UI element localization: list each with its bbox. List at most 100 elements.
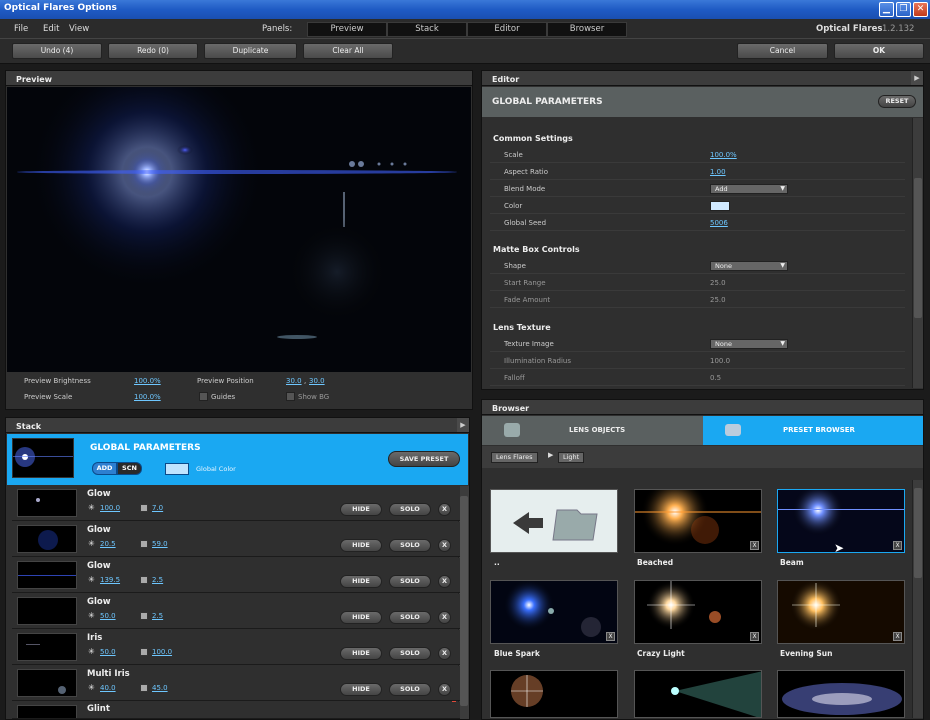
global-color-swatch[interactable] <box>165 463 189 475</box>
layer-row[interactable]: Multi Iris ✳ 40.0 45.0 HIDE SOLO X <box>12 666 460 701</box>
solo-button[interactable]: SOLO <box>389 611 431 624</box>
preview-position-x[interactable]: 30.0 <box>286 377 302 385</box>
editor-scroll-thumb[interactable] <box>914 178 922 318</box>
menu-edit[interactable]: Edit <box>43 24 59 34</box>
remove-layer-button[interactable]: X <box>438 503 451 516</box>
preview-viewport[interactable] <box>7 87 471 372</box>
clear-all-button[interactable]: Clear All <box>303 43 393 59</box>
layer-value-2[interactable]: 100.0 <box>152 648 172 656</box>
preview-scale-value[interactable]: 100.0% <box>134 393 161 401</box>
layer-value-2[interactable]: 45.0 <box>152 684 168 692</box>
layer-value-1[interactable]: 50.0 <box>100 648 116 656</box>
param-value[interactable]: 0.5 <box>710 374 721 382</box>
remove-preset-button[interactable]: X <box>893 632 902 641</box>
layer-row[interactable]: Glow ✳ 100.0 7.0 HIDE SOLO X <box>12 486 460 521</box>
duplicate-button[interactable]: Duplicate <box>204 43 297 59</box>
solo-button[interactable]: SOLO <box>389 575 431 588</box>
layer-value-1[interactable]: 100.0 <box>100 504 120 512</box>
layer-value-2[interactable]: 59.0 <box>152 540 168 548</box>
breadcrumb-light[interactable]: Light <box>558 452 585 463</box>
layer-value-1[interactable]: 20.5 <box>100 540 116 548</box>
layer-row[interactable]: Iris ✳ 50.0 100.0 HIDE SOLO X <box>12 630 460 665</box>
stack-expand-icon[interactable]: ▶ <box>457 418 469 432</box>
browser-scrollbar[interactable] <box>912 480 923 718</box>
ok-button[interactable]: OK <box>834 43 924 59</box>
layer-value-2[interactable]: 2.5 <box>152 576 163 584</box>
param-value[interactable]: 5006 <box>710 219 728 227</box>
preset-tile[interactable] <box>634 670 762 718</box>
hide-button[interactable]: HIDE <box>340 503 382 516</box>
blend-mode-dropdown[interactable]: Add <box>710 184 788 194</box>
hide-button[interactable]: HIDE <box>340 647 382 660</box>
remove-preset-button[interactable]: X <box>606 632 615 641</box>
editor-expand-icon[interactable]: ▶ <box>911 71 923 85</box>
panel-tab-editor[interactable]: Editor <box>467 22 547 37</box>
solo-button[interactable]: SOLO <box>389 647 431 660</box>
remove-preset-button[interactable]: X <box>893 541 902 550</box>
layer-value-2[interactable]: 2.5 <box>152 612 163 620</box>
remove-layer-button[interactable]: X <box>438 647 451 660</box>
color-swatch[interactable] <box>710 201 730 211</box>
minimize-button[interactable]: ▁ <box>879 2 894 17</box>
hide-button[interactable]: HIDE <box>340 539 382 552</box>
reset-button[interactable]: RESET <box>878 95 916 108</box>
hide-button[interactable]: HIDE <box>340 611 382 624</box>
remove-layer-button[interactable]: X <box>438 539 451 552</box>
undo-button[interactable]: Undo (4) <box>12 43 102 59</box>
global-parameters-row[interactable]: GLOBAL PARAMETERS ADD SCN Global Color S… <box>7 434 468 485</box>
solo-button[interactable]: SOLO <box>389 539 431 552</box>
remove-layer-button[interactable]: X <box>438 683 451 696</box>
param-value[interactable]: 25.0 <box>710 296 726 304</box>
layer-row[interactable]: Glow ✳ 20.5 59.0 HIDE SOLO X <box>12 522 460 557</box>
texture-image-dropdown[interactable]: None <box>710 339 788 349</box>
preset-tile-up[interactable] <box>490 489 618 553</box>
browser-scroll-thumb[interactable] <box>914 488 922 578</box>
hide-button[interactable]: HIDE <box>340 683 382 696</box>
layer-row[interactable]: Glint <box>12 702 460 719</box>
preset-tile-blue-spark[interactable]: X <box>490 580 618 644</box>
scn-mode-button[interactable]: SCN <box>117 462 142 475</box>
redo-button[interactable]: Redo (0) <box>108 43 198 59</box>
preview-position-y[interactable]: 30.0 <box>309 377 325 385</box>
preset-browser-tab[interactable]: PRESET BROWSER <box>703 416 923 445</box>
preset-tile-crazy-light[interactable]: X <box>634 580 762 644</box>
panel-tab-stack[interactable]: Stack <box>387 22 467 37</box>
preset-tile-evening-sun[interactable]: X <box>777 580 905 644</box>
preset-tile-beached[interactable]: X <box>634 489 762 553</box>
editor-scrollbar[interactable] <box>912 118 923 388</box>
preset-tile[interactable] <box>490 670 618 718</box>
lens-objects-tab[interactable]: LENS OBJECTS <box>482 416 703 445</box>
breadcrumb-lens-flares[interactable]: Lens Flares <box>491 452 538 463</box>
add-mode-button[interactable]: ADD <box>92 462 117 475</box>
remove-preset-button[interactable]: X <box>750 632 759 641</box>
shape-dropdown[interactable]: None <box>710 261 788 271</box>
restore-button[interactable]: ❐ <box>896 2 911 17</box>
param-value[interactable]: 100.0 <box>710 357 730 365</box>
cancel-button[interactable]: Cancel <box>737 43 828 59</box>
layer-row[interactable]: Glow ✳ 50.0 2.5 HIDE SOLO X <box>12 594 460 629</box>
layer-row[interactable]: Glow ✳ 139.5 2.5 HIDE SOLO X <box>12 558 460 593</box>
solo-button[interactable]: SOLO <box>389 683 431 696</box>
close-button[interactable]: ✕ <box>913 2 928 17</box>
layer-value-1[interactable]: 139.5 <box>100 576 120 584</box>
preset-tile[interactable] <box>777 670 905 718</box>
remove-layer-button[interactable]: X <box>438 611 451 624</box>
save-preset-button[interactable]: SAVE PRESET <box>388 451 460 467</box>
menu-view[interactable]: View <box>69 24 89 34</box>
panel-tab-browser[interactable]: Browser <box>547 22 627 37</box>
panel-tab-preview[interactable]: Preview <box>307 22 387 37</box>
guides-checkbox[interactable] <box>199 392 208 401</box>
layer-value-1[interactable]: 40.0 <box>100 684 116 692</box>
preview-brightness-value[interactable]: 100.0% <box>134 377 161 385</box>
menu-file[interactable]: File <box>14 24 28 34</box>
layer-value-1[interactable]: 50.0 <box>100 612 116 620</box>
param-value[interactable]: 100.0% <box>710 151 737 159</box>
stack-scroll-thumb[interactable] <box>460 496 468 706</box>
solo-button[interactable]: SOLO <box>389 503 431 516</box>
show-bg-checkbox[interactable] <box>286 392 295 401</box>
param-value[interactable]: 25.0 <box>710 279 726 287</box>
remove-layer-button[interactable]: X <box>438 575 451 588</box>
hide-button[interactable]: HIDE <box>340 575 382 588</box>
layer-value-2[interactable]: 7.0 <box>152 504 163 512</box>
param-value[interactable]: 1.00 <box>710 168 726 176</box>
